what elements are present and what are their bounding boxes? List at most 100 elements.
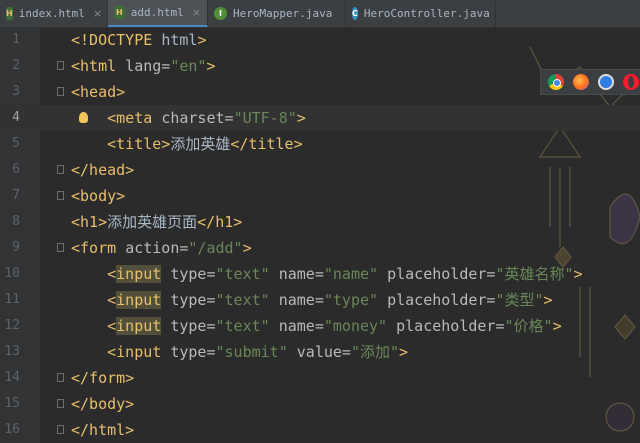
code-token: charset= <box>161 109 234 127</box>
code-token: <input <box>107 343 171 361</box>
code-token: type= <box>161 317 216 335</box>
tab-heromapper-java[interactable]: I HeroMapper.java <box>208 0 346 27</box>
fold-marker-icon[interactable] <box>57 399 64 408</box>
open-in-browser-toolbar <box>540 69 640 95</box>
code-line[interactable]: 11 <input type="text" name="type" placeh… <box>0 287 640 313</box>
line-number: 4 <box>12 110 20 125</box>
code-text: <input type="text" name="name" placehold… <box>71 261 583 287</box>
html-file-icon: H <box>6 7 13 20</box>
tab-label: add.html <box>130 6 184 19</box>
code-token: "submit" <box>215 343 288 361</box>
fold-marker-icon[interactable] <box>57 191 64 200</box>
safari-icon[interactable] <box>598 74 614 90</box>
code-text: </form> <box>71 365 134 391</box>
firefox-icon[interactable] <box>573 74 589 90</box>
code-token: </form> <box>71 369 135 387</box>
tab-label: index.html <box>18 7 85 20</box>
java-class-icon: C <box>352 7 358 20</box>
code-text: <html lang="en"> <box>71 53 216 79</box>
line-number: 12 <box>4 318 20 333</box>
code-line[interactable]: 6 </head> <box>0 157 640 183</box>
code-line[interactable]: 9 <form action="/add"> <box>0 235 640 261</box>
code-token: <h1> <box>71 213 108 231</box>
code-token: </title> <box>230 135 303 153</box>
code-line[interactable]: 12 <input type="text" name="money" place… <box>0 313 640 339</box>
code-line[interactable]: 1 <!DOCTYPE html> <box>0 27 640 53</box>
code-token: input <box>116 317 162 335</box>
code-token: "name" <box>323 265 379 283</box>
fold-marker-icon[interactable] <box>57 373 64 382</box>
code-line[interactable]: 7 <body> <box>0 183 640 209</box>
code-line[interactable]: 10 <input type="text" name="name" placeh… <box>0 261 640 287</box>
code-text: </head> <box>71 157 134 183</box>
java-interface-icon: I <box>214 7 227 20</box>
code-line[interactable]: 13 <input type="submit" value="添加"> <box>0 339 640 365</box>
code-text: <meta charset="UTF-8"> <box>71 105 306 131</box>
code-text: <title>添加英雄</title> <box>71 131 303 157</box>
code-token: "en" <box>170 57 207 75</box>
code-text: <input type="text" name="type" placehold… <box>71 287 553 313</box>
code-line[interactable]: 16 </html> <box>0 417 640 443</box>
code-token: <head> <box>71 83 126 101</box>
code-text: </html> <box>71 417 134 443</box>
code-text: <h1>添加英雄页面</h1> <box>71 209 242 235</box>
code-token: action= <box>125 239 189 257</box>
code-token: <meta <box>107 109 162 127</box>
close-tab-icon[interactable]: × <box>192 6 201 19</box>
line-number: 1 <box>12 32 20 47</box>
code-token: </h1> <box>197 213 243 231</box>
line-number: 6 <box>12 162 20 177</box>
code-line[interactable]: 4 <meta charset="UTF-8"> <box>0 105 640 131</box>
code-token: "英雄名称" <box>495 265 574 283</box>
code-token: "/add" <box>188 239 243 257</box>
code-token: "money" <box>323 317 388 335</box>
code-token: placeholder= <box>378 291 496 309</box>
line-number: 13 <box>4 344 20 359</box>
code-line[interactable]: 15 </body> <box>0 391 640 417</box>
code-text: <input type="submit" value="添加"> <box>71 339 408 365</box>
editor-tab-bar: Hindex.html × Hadd.html × I HeroMapper.java C H… <box>0 0 640 28</box>
code-token: name= <box>269 265 324 283</box>
code-token: "text" <box>215 317 270 335</box>
code-token: 添加英雄页面 <box>107 213 198 231</box>
fold-marker-icon[interactable] <box>57 425 64 434</box>
chrome-icon[interactable] <box>548 74 564 90</box>
code-token: > <box>552 317 562 335</box>
code-token: "type" <box>323 291 379 309</box>
code-token: type= <box>170 343 216 361</box>
fold-marker-icon[interactable] <box>57 87 64 96</box>
fold-marker-icon[interactable] <box>57 61 64 70</box>
code-token: <!DOCTYPE <box>71 31 162 49</box>
code-line[interactable]: 14 </form> <box>0 365 640 391</box>
code-token: > <box>399 343 409 361</box>
close-tab-icon[interactable]: × <box>93 7 102 20</box>
line-number: 8 <box>12 214 20 229</box>
code-token: input <box>116 291 162 309</box>
opera-icon[interactable] <box>623 74 639 90</box>
fold-marker-icon[interactable] <box>57 165 64 174</box>
code-text: <head> <box>71 79 125 105</box>
tab-label: HeroController.java <box>363 7 490 20</box>
code-line[interactable]: 8 <h1>添加英雄页面</h1> <box>0 209 640 235</box>
line-number: 14 <box>4 370 20 385</box>
fold-marker-icon[interactable] <box>57 243 64 252</box>
code-token: < <box>107 265 117 283</box>
code-text: </body> <box>71 391 134 417</box>
code-token: name= <box>269 291 324 309</box>
code-token: 添加英雄 <box>170 135 231 153</box>
code-token: input <box>116 265 162 283</box>
code-token: > <box>573 265 583 283</box>
tab-index-html[interactable]: Hindex.html × <box>0 0 108 27</box>
line-number: 16 <box>4 422 20 437</box>
code-token: < <box>107 317 117 335</box>
code-line[interactable]: 5 <title>添加英雄</title> <box>0 131 640 157</box>
code-token: name= <box>269 317 324 335</box>
code-token: > <box>242 239 252 257</box>
tab-add-html[interactable]: Hadd.html × <box>108 0 208 27</box>
tab-herocontroller-java[interactable]: C HeroController.java <box>346 0 496 27</box>
code-text: <form action="/add"> <box>71 235 252 261</box>
code-token: </head> <box>71 161 135 179</box>
tab-label: HeroMapper.java <box>233 7 333 20</box>
line-number: 5 <box>12 136 20 151</box>
